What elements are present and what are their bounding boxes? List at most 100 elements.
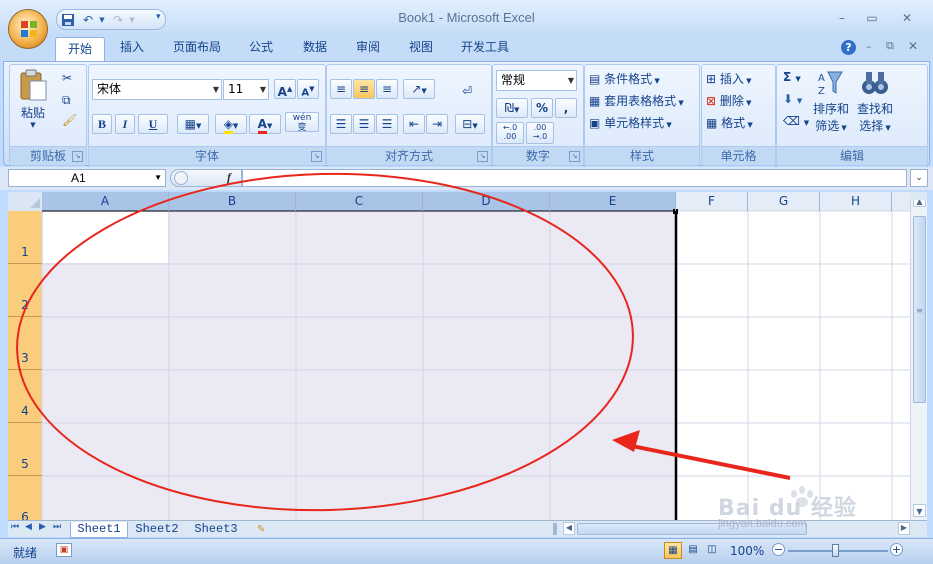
align-top-button[interactable]: ≡ — [330, 79, 352, 99]
accounting-format-button[interactable]: ₪▼ — [496, 98, 528, 118]
shrink-font-button[interactable]: A▼ — [297, 79, 319, 99]
number-launcher-icon[interactable]: ↘ — [569, 151, 580, 162]
clear-icon[interactable]: ⌫ ▼ — [783, 114, 809, 128]
row-header-6[interactable]: 6 — [8, 476, 42, 520]
column-header-d[interactable]: D — [423, 192, 550, 211]
close-button[interactable]: ✕ — [897, 10, 917, 26]
column-header-h[interactable]: H — [820, 192, 892, 211]
page-layout-view-icon[interactable]: ▤ — [684, 542, 702, 559]
cut-icon[interactable]: ✂ — [62, 71, 72, 85]
find-select-button[interactable]: 查找和 选择 ▼ — [855, 69, 895, 134]
tab-page-layout[interactable]: 页面布局 — [166, 36, 228, 60]
borders-button[interactable]: ▦▼ — [177, 114, 209, 134]
autosum-icon[interactable]: Σ ▼ — [783, 70, 801, 84]
zoom-in-icon[interactable]: + — [890, 543, 903, 556]
first-sheet-icon[interactable]: ⏮ — [11, 522, 19, 532]
help-icon[interactable]: ? — [841, 40, 856, 55]
font-color-button[interactable]: A▼ — [249, 114, 281, 134]
scroll-left-button[interactable]: ◀ — [563, 522, 575, 535]
column-header-b[interactable]: B — [169, 192, 296, 211]
delete-cells-button[interactable]: ⊠ 删除 ▼ — [706, 92, 752, 109]
align-right-button[interactable]: ☰ — [376, 114, 398, 134]
vertical-scrollbar[interactable]: ▲ ≡ ▼ — [910, 192, 927, 520]
phonetic-button[interactable]: wén 变 — [285, 112, 319, 133]
merge-center-button[interactable]: ⊟▼ — [455, 114, 485, 134]
align-middle-button[interactable]: ≡ — [353, 79, 375, 99]
alignment-launcher-icon[interactable]: ↘ — [477, 151, 488, 162]
macro-record-icon[interactable]: ▣ — [56, 543, 72, 557]
orientation-button[interactable]: ↗▼ — [403, 79, 435, 99]
copy-icon[interactable]: ⧉ — [62, 93, 71, 108]
tab-split-handle[interactable] — [553, 523, 557, 535]
last-sheet-icon[interactable]: ⏭ — [53, 522, 61, 532]
row-header-1[interactable]: 1 — [8, 211, 42, 264]
font-launcher-icon[interactable]: ↘ — [311, 151, 322, 162]
align-left-button[interactable]: ☰ — [330, 114, 352, 134]
paste-dropdown-icon[interactable]: ▼ — [16, 121, 50, 129]
increase-decimal-button[interactable]: ←.0.00 — [496, 122, 524, 144]
comma-button[interactable]: , — [555, 98, 577, 118]
sheet-tab-active[interactable]: Sheet1 — [70, 522, 128, 538]
tab-data[interactable]: 数据 — [295, 36, 335, 60]
format-cells-button[interactable]: ▦ 格式 ▼ — [706, 114, 753, 131]
column-header-g[interactable]: G — [748, 192, 820, 211]
decrease-indent-button[interactable]: ⇤ — [403, 114, 425, 134]
formula-collapse-icon[interactable] — [174, 171, 188, 185]
zoom-slider-thumb[interactable] — [832, 544, 839, 557]
sort-filter-button[interactable]: AZ 排序和 筛选 ▼ — [811, 69, 851, 134]
conditional-formatting-button[interactable]: ▤ 条件格式 ▼ — [589, 70, 660, 87]
column-header-a[interactable]: A — [42, 192, 169, 211]
align-center-button[interactable]: ☰ — [353, 114, 375, 134]
clipboard-launcher-icon[interactable]: ↘ — [72, 151, 83, 162]
underline-button[interactable]: U — [138, 114, 168, 134]
row-header-5[interactable]: 5 — [8, 423, 42, 476]
increase-indent-button[interactable]: ⇥ — [426, 114, 448, 134]
office-button[interactable] — [8, 9, 48, 49]
wrap-text-icon[interactable]: ⏎ — [455, 82, 479, 102]
insert-cells-button[interactable]: ⊞ 插入 ▼ — [706, 70, 752, 87]
sheet-tab[interactable]: Sheet3 — [188, 522, 244, 537]
insert-sheet-icon[interactable]: ✎ — [250, 522, 272, 537]
name-box-dropdown-icon[interactable]: ▼ — [154, 170, 162, 186]
normal-view-icon[interactable]: ▦ — [664, 542, 682, 559]
worksheet-grid[interactable]: ABCDEFGH 123456 — [8, 192, 910, 520]
workbook-restore-button[interactable]: ⧉ — [886, 39, 894, 53]
workbook-minimize-button[interactable]: – — [866, 40, 872, 53]
maximize-button[interactable]: ▭ — [862, 10, 882, 26]
tab-view[interactable]: 视图 — [401, 36, 441, 60]
formula-input[interactable] — [242, 169, 907, 187]
row-header-2[interactable]: 2 — [8, 264, 42, 317]
scroll-down-button[interactable]: ▼ — [913, 504, 926, 517]
scroll-thumb[interactable]: ≡ — [913, 216, 926, 403]
row-header-3[interactable]: 3 — [8, 317, 42, 370]
paste-button[interactable]: 粘贴 ▼ — [16, 69, 50, 135]
workbook-close-button[interactable]: ✕ — [908, 39, 918, 53]
decrease-decimal-button[interactable]: .00 →.0 — [526, 122, 554, 144]
tab-developer[interactable]: 开发工具 — [454, 36, 516, 60]
tab-insert[interactable]: 插入 — [112, 36, 152, 60]
column-header-c[interactable]: C — [296, 192, 423, 211]
zoom-out-icon[interactable]: − — [772, 543, 785, 556]
tab-formulas[interactable]: 公式 — [241, 36, 281, 60]
tab-home[interactable]: 开始 — [55, 37, 105, 62]
sheet-tab[interactable]: Sheet2 — [129, 522, 185, 537]
formula-expand-icon[interactable]: ⌄ — [910, 169, 928, 187]
fill-color-button[interactable]: ◈▼ — [215, 114, 247, 134]
fill-icon[interactable]: ⬇ ▼ — [783, 92, 802, 106]
tab-review[interactable]: 审阅 — [348, 36, 388, 60]
page-break-view-icon[interactable]: ◫ — [703, 542, 721, 559]
split-box[interactable] — [910, 192, 927, 200]
grow-font-button[interactable]: A▲ — [274, 79, 296, 99]
name-box[interactable]: A1 ▼ — [8, 169, 166, 187]
italic-button[interactable]: I — [115, 114, 135, 134]
insert-function-icon[interactable]: f — [227, 170, 231, 185]
minimize-button[interactable]: – — [832, 10, 852, 26]
font-name-select[interactable]: 宋体 ▼ — [92, 79, 222, 100]
bold-button[interactable]: B — [92, 114, 112, 134]
format-painter-icon[interactable]: 🖌 — [62, 113, 77, 127]
next-sheet-icon[interactable]: ▶ — [39, 522, 46, 532]
prev-sheet-icon[interactable]: ◀ — [25, 522, 32, 532]
format-as-table-button[interactable]: ▦ 套用表格格式 ▼ — [589, 92, 684, 109]
percent-button[interactable]: % — [531, 98, 553, 118]
align-bottom-button[interactable]: ≡ — [376, 79, 398, 99]
